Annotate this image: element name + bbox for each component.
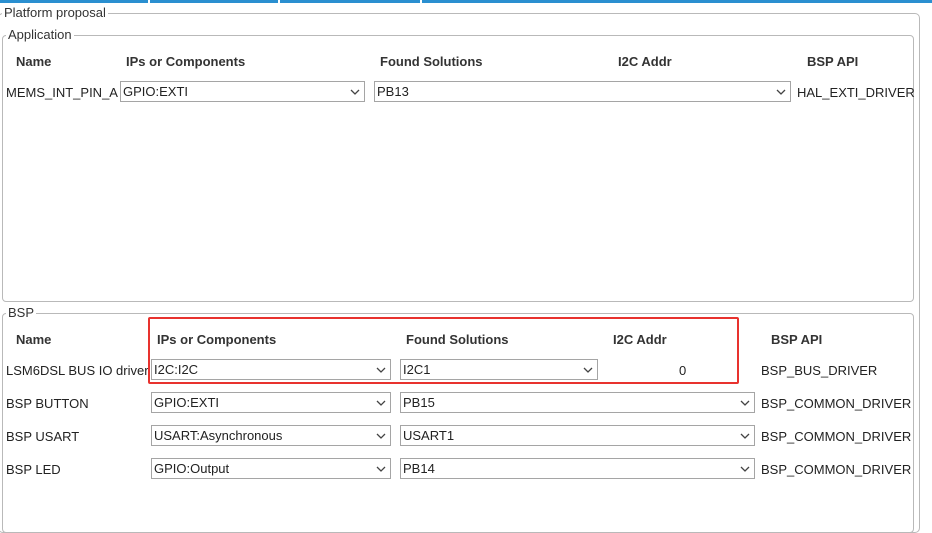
- chevron-down-icon: [776, 89, 786, 97]
- select-value: GPIO:Output: [154, 461, 230, 476]
- chevron-down-icon: [740, 466, 750, 474]
- ip-component-select[interactable]: GPIO:Output: [151, 458, 391, 479]
- select-value: PB15: [403, 395, 435, 410]
- select-value: GPIO:EXTI: [123, 84, 189, 99]
- bsp-api-value: BSP_COMMON_DRIVER: [761, 396, 912, 411]
- bsp-api-value: HAL_EXTI_DRIVER: [797, 85, 915, 100]
- row-name: BSP BUTTON: [6, 396, 89, 411]
- application-title: Application: [6, 27, 74, 42]
- app-header-bsp-api: BSP API: [807, 54, 859, 69]
- select-value: GPIO:EXTI: [154, 395, 220, 410]
- row-name: BSP LED: [6, 462, 61, 477]
- chevron-down-icon: [740, 433, 750, 441]
- select-value: PB14: [403, 461, 435, 476]
- chevron-down-icon: [740, 400, 750, 408]
- app-header-found: Found Solutions: [380, 54, 483, 69]
- row-name: MEMS_INT_PIN_A: [6, 85, 118, 100]
- row-name: BSP USART: [6, 429, 80, 444]
- bsp-api-value: BSP_COMMON_DRIVER: [761, 429, 912, 444]
- app-header-name: Name: [16, 54, 52, 69]
- top-tab-strip: [0, 0, 932, 3]
- chevron-down-icon: [376, 466, 386, 474]
- select-value: USART:Asynchronous: [154, 428, 283, 443]
- bsp-header-bsp-api: BSP API: [771, 332, 823, 347]
- row-name: LSM6DSL BUS IO driver: [6, 363, 148, 378]
- ip-component-select[interactable]: GPIO:EXTI: [120, 81, 365, 102]
- tab-separator: [420, 0, 422, 3]
- chevron-down-icon: [376, 400, 386, 408]
- ip-component-select[interactable]: USART:Asynchronous: [151, 425, 391, 446]
- chevron-down-icon: [350, 89, 360, 97]
- ip-component-select[interactable]: GPIO:EXTI: [151, 392, 391, 413]
- application-group: [2, 35, 914, 302]
- tab-separator: [148, 0, 150, 3]
- found-solution-select[interactable]: USART1: [400, 425, 755, 446]
- tab-separator: [278, 0, 280, 3]
- platform-proposal-title: Platform proposal: [2, 5, 108, 20]
- found-solution-select[interactable]: PB15: [400, 392, 755, 413]
- found-solution-select[interactable]: PB13: [374, 81, 791, 102]
- bsp-api-value: BSP_COMMON_DRIVER: [761, 462, 912, 477]
- app-header-i2c: I2C Addr: [618, 54, 672, 69]
- bsp-title: BSP: [6, 305, 37, 320]
- bsp-header-name: Name: [16, 332, 52, 347]
- select-value: PB13: [377, 84, 409, 99]
- highlight-box: [148, 317, 739, 384]
- bsp-api-value: BSP_BUS_DRIVER: [761, 363, 878, 378]
- select-value: USART1: [403, 428, 455, 443]
- chevron-down-icon: [376, 433, 386, 441]
- found-solution-select[interactable]: PB14: [400, 458, 755, 479]
- app-header-ips: IPs or Components: [126, 54, 246, 69]
